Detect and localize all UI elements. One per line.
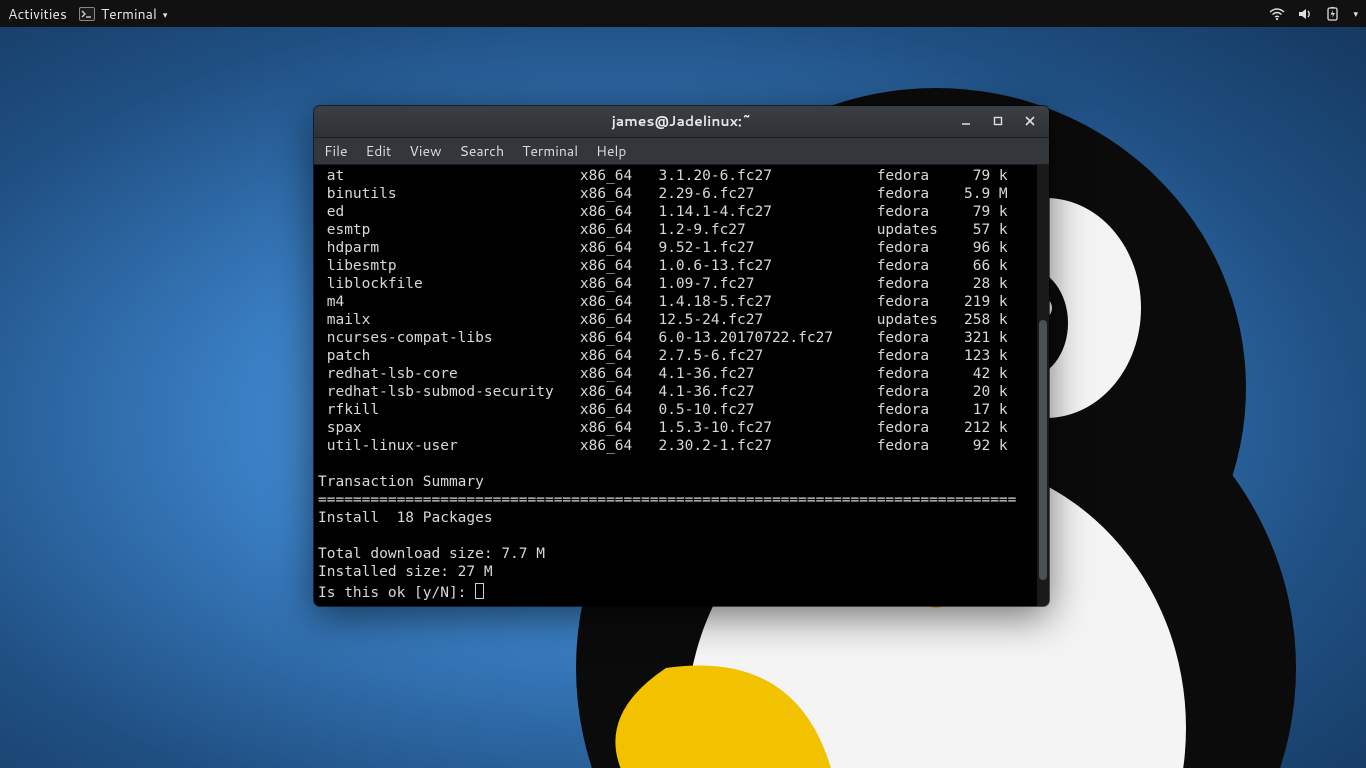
volume-icon [1297, 7, 1313, 21]
chevron-down-icon: ▾ [163, 8, 168, 21]
close-button[interactable] [1015, 108, 1045, 134]
menu-help[interactable]: Help [596, 141, 626, 161]
menu-file[interactable]: File [324, 141, 348, 161]
terminal-window: james@Jadelinux:~ File Edit View Search … [314, 106, 1049, 606]
scrollbar-thumb[interactable] [1039, 320, 1047, 580]
chevron-down-icon: ▾ [1353, 7, 1358, 20]
menu-search[interactable]: Search [460, 141, 505, 161]
terminal-cursor [475, 583, 484, 599]
menu-edit[interactable]: Edit [366, 141, 392, 161]
terminal-output[interactable]: at x86_64 3.1.20-6.fc27 fedora 79 k binu… [314, 165, 1037, 606]
activities-button[interactable]: Activities [8, 4, 67, 24]
menu-terminal[interactable]: Terminal [522, 141, 578, 161]
terminal-scrollbar[interactable] [1037, 165, 1049, 606]
window-titlebar[interactable]: james@Jadelinux:~ [314, 106, 1049, 138]
app-menu-label: Terminal [101, 4, 157, 24]
gnome-topbar: Activities Terminal ▾ ▾ [0, 0, 1366, 27]
terminal-app-icon [79, 7, 95, 21]
wifi-icon [1269, 7, 1285, 21]
terminal-menubar: File Edit View Search Terminal Help [314, 138, 1049, 165]
battery-charging-icon [1325, 7, 1341, 21]
app-menu[interactable]: Terminal ▾ [79, 4, 167, 24]
menu-view[interactable]: View [409, 141, 441, 161]
window-title: james@Jadelinux:~ [314, 111, 1049, 131]
status-area[interactable]: ▾ [1269, 7, 1358, 21]
minimize-button[interactable] [951, 108, 981, 134]
maximize-button[interactable] [983, 108, 1013, 134]
